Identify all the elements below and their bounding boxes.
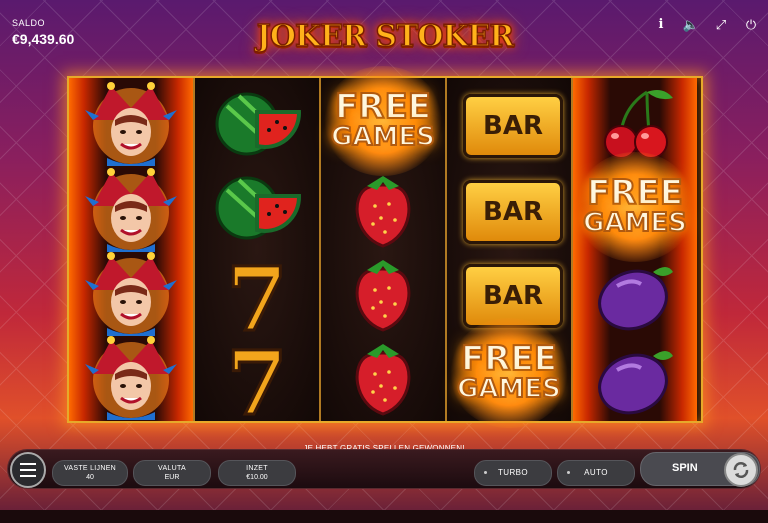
reels-area: 7 7 FREE GAMES BAR BAR BAR FREE GAMES FR… xyxy=(67,66,703,437)
turbo-button[interactable]: TURBO xyxy=(474,460,552,486)
reel-4: BAR BAR BAR FREE GAMES xyxy=(447,78,573,428)
lines-value: 40 xyxy=(86,474,94,481)
balance-label: SALDO xyxy=(12,18,46,28)
currency-display[interactable]: VALUTA EUR xyxy=(133,460,211,486)
bet-display[interactable]: INZET €10.00 xyxy=(218,460,296,486)
bet-label: INZET xyxy=(246,465,268,472)
bar-symbol: BAR xyxy=(449,80,569,166)
balance-value: €9,439.60 xyxy=(12,31,75,47)
watermelon-symbol xyxy=(197,166,317,252)
free-games-symbol: FREE GAMES xyxy=(449,318,569,428)
free-games-line1: FREE xyxy=(460,339,558,379)
svg-text:7: 7 xyxy=(226,334,287,420)
joker-symbol xyxy=(71,250,191,336)
joker-symbol xyxy=(71,166,191,252)
seven-symbol: 7 xyxy=(197,330,317,437)
info-icon[interactable]: i xyxy=(652,16,670,34)
lines-label: VASTE LIJNEN xyxy=(63,465,117,472)
bar-symbol: BAR xyxy=(449,166,569,252)
free-games-symbol: FREE GAMES xyxy=(323,66,443,176)
free-games-line1: FREE xyxy=(334,87,432,127)
plum-symbol xyxy=(575,250,695,336)
reel-1 xyxy=(69,78,195,421)
free-games-line1: FREE xyxy=(586,173,684,213)
turbo-indicator xyxy=(484,471,487,474)
free-games-line2: GAMES xyxy=(330,122,436,152)
joker-symbol xyxy=(71,334,191,420)
plum-symbol xyxy=(575,334,695,420)
spin-label: SPIN xyxy=(672,462,698,474)
bet-value: €10.00 xyxy=(246,474,268,481)
free-games-symbol: FREE GAMES xyxy=(575,152,695,262)
strawberry-symbol xyxy=(323,334,443,420)
fullscreen-icon[interactable]: ⤢ xyxy=(712,16,730,34)
game-logo: JOKER STOKER xyxy=(256,18,515,55)
currency-label: VALUTA xyxy=(158,465,186,472)
watermelon-symbol xyxy=(197,82,317,168)
top-bar: SALDO €9,439.60 JOKER STOKER i 🔈 ⤢ ⏻ xyxy=(0,0,768,60)
svg-text:7: 7 xyxy=(226,250,287,336)
free-games-line2: GAMES xyxy=(582,208,688,238)
reel-3: FREE GAMES xyxy=(321,66,447,421)
bottom-strip xyxy=(0,510,768,523)
strawberry-symbol xyxy=(323,250,443,336)
menu-button[interactable] xyxy=(10,452,46,488)
power-icon[interactable]: ⏻ xyxy=(742,16,760,34)
auto-button[interactable]: AUTO xyxy=(557,460,635,486)
lines-display[interactable]: VASTE LIJNEN 40 xyxy=(52,460,128,486)
joker-symbol xyxy=(71,80,191,166)
auto-indicator xyxy=(567,471,570,474)
seven-symbol: 7 xyxy=(197,246,317,353)
free-games-line2: GAMES xyxy=(456,374,562,404)
currency-value: EUR xyxy=(164,474,180,481)
reel-5: FREE GAMES xyxy=(573,78,697,421)
spin-icon[interactable] xyxy=(724,453,758,487)
strawberry-symbol xyxy=(323,166,443,252)
reel-2: 7 7 xyxy=(195,78,321,437)
sound-icon[interactable]: 🔈 xyxy=(682,16,700,34)
